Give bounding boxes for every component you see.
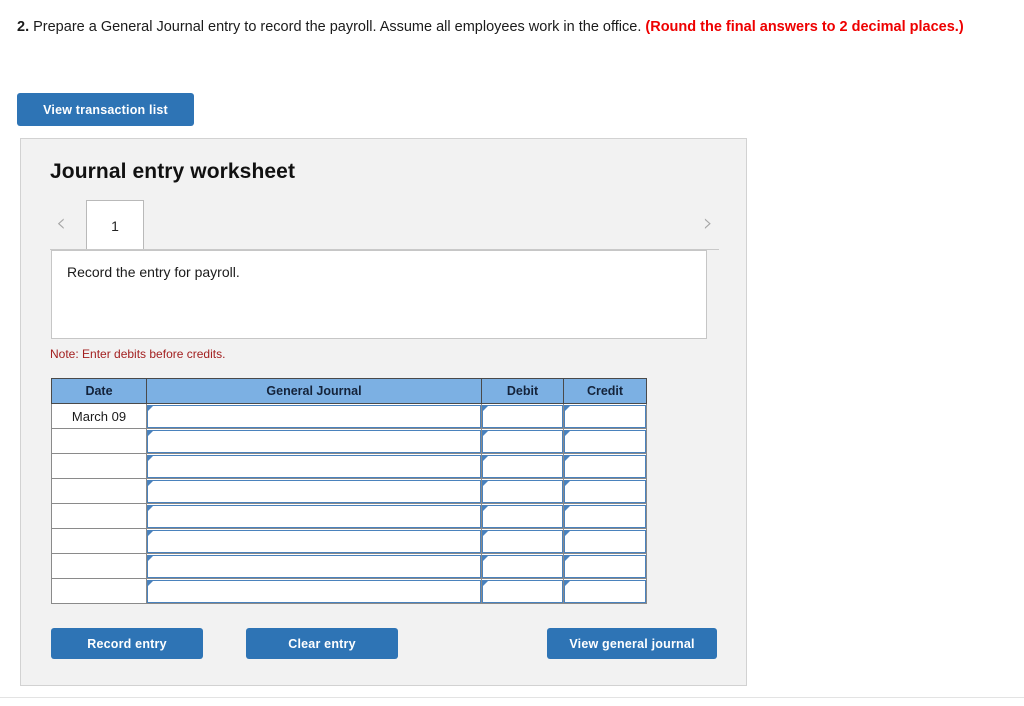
debit-input[interactable] bbox=[482, 529, 563, 553]
credit-input-cell[interactable] bbox=[563, 528, 647, 554]
general-journal-table: Date General Journal Debit Credit March … bbox=[51, 378, 647, 604]
question-number: 2. bbox=[17, 19, 30, 35]
general-journal-input-cell[interactable] bbox=[146, 403, 482, 429]
view-transaction-list-button[interactable]: View transaction list bbox=[17, 93, 194, 126]
credit-input-cell[interactable] bbox=[563, 553, 647, 579]
credit-input-cell[interactable] bbox=[563, 453, 647, 479]
table-row: March 09 bbox=[51, 403, 647, 429]
debit-input[interactable] bbox=[482, 554, 563, 578]
debit-input-cell[interactable] bbox=[481, 453, 564, 479]
journal-entry-worksheet-panel: Journal entry worksheet ‹ 1 › Record the… bbox=[20, 138, 747, 686]
credit-input[interactable] bbox=[564, 479, 646, 503]
general-journal-input-cell[interactable] bbox=[146, 428, 482, 454]
debit-input[interactable] bbox=[482, 404, 563, 428]
general-journal-input-cell[interactable] bbox=[146, 453, 482, 479]
credit-input[interactable] bbox=[564, 429, 646, 453]
debit-input[interactable] bbox=[482, 504, 563, 528]
general-journal-input[interactable] bbox=[147, 554, 481, 578]
debit-input[interactable] bbox=[482, 579, 563, 603]
general-journal-input[interactable] bbox=[147, 429, 481, 453]
date-cell[interactable] bbox=[51, 553, 147, 579]
table-row bbox=[51, 428, 647, 454]
worksheet-tab-1[interactable]: 1 bbox=[86, 200, 144, 250]
date-cell[interactable]: March 09 bbox=[51, 403, 147, 429]
date-cell[interactable] bbox=[51, 478, 147, 504]
general-journal-input[interactable] bbox=[147, 504, 481, 528]
question-prompt: 2. Prepare a General Journal entry to re… bbox=[17, 16, 1007, 38]
credit-input-cell[interactable] bbox=[563, 578, 647, 604]
table-header-row: Date General Journal Debit Credit bbox=[51, 378, 647, 404]
column-header-debit: Debit bbox=[481, 378, 564, 404]
general-journal-input[interactable] bbox=[147, 579, 481, 603]
debit-input-cell[interactable] bbox=[481, 578, 564, 604]
debit-input-cell[interactable] bbox=[481, 503, 564, 529]
date-cell[interactable] bbox=[51, 428, 147, 454]
debit-input-cell[interactable] bbox=[481, 478, 564, 504]
credit-input[interactable] bbox=[564, 529, 646, 553]
credit-input-cell[interactable] bbox=[563, 428, 647, 454]
view-general-journal-button[interactable]: View general journal bbox=[547, 628, 717, 659]
chevron-right-icon[interactable]: › bbox=[697, 210, 719, 237]
debit-input-cell[interactable] bbox=[481, 403, 564, 429]
general-journal-input[interactable] bbox=[147, 479, 481, 503]
record-entry-button[interactable]: Record entry bbox=[51, 628, 203, 659]
worksheet-title: Journal entry worksheet bbox=[50, 160, 296, 183]
question-text: Prepare a General Journal entry to recor… bbox=[29, 19, 646, 35]
column-header-general-journal: General Journal bbox=[146, 378, 482, 404]
table-row bbox=[51, 528, 647, 554]
worksheet-tab-strip: ‹ 1 › bbox=[50, 199, 719, 250]
debit-input-cell[interactable] bbox=[481, 528, 564, 554]
table-row bbox=[51, 478, 647, 504]
general-journal-input[interactable] bbox=[147, 454, 481, 478]
question-emphasis: (Round the final answers to 2 decimal pl… bbox=[645, 19, 964, 35]
table-row bbox=[51, 503, 647, 529]
credit-input[interactable] bbox=[564, 454, 646, 478]
instruction-box: Record the entry for payroll. bbox=[51, 250, 707, 339]
chevron-left-icon[interactable]: ‹ bbox=[50, 210, 72, 237]
clear-entry-button[interactable]: Clear entry bbox=[246, 628, 398, 659]
table-row bbox=[51, 553, 647, 579]
credit-input[interactable] bbox=[564, 579, 646, 603]
date-cell[interactable] bbox=[51, 453, 147, 479]
page-divider bbox=[0, 697, 1024, 698]
date-cell[interactable] bbox=[51, 503, 147, 529]
debit-input[interactable] bbox=[482, 454, 563, 478]
date-cell[interactable] bbox=[51, 528, 147, 554]
debit-input[interactable] bbox=[482, 429, 563, 453]
table-body: March 09 bbox=[51, 403, 647, 604]
debit-input-cell[interactable] bbox=[481, 428, 564, 454]
general-journal-input[interactable] bbox=[147, 529, 481, 553]
general-journal-input-cell[interactable] bbox=[146, 503, 482, 529]
general-journal-input-cell[interactable] bbox=[146, 578, 482, 604]
table-row bbox=[51, 578, 647, 604]
credit-input-cell[interactable] bbox=[563, 478, 647, 504]
debit-input-cell[interactable] bbox=[481, 553, 564, 579]
column-header-credit: Credit bbox=[563, 378, 647, 404]
table-row bbox=[51, 453, 647, 479]
credit-input[interactable] bbox=[564, 554, 646, 578]
column-header-date: Date bbox=[51, 378, 147, 404]
general-journal-input-cell[interactable] bbox=[146, 528, 482, 554]
debit-input[interactable] bbox=[482, 479, 563, 503]
general-journal-input-cell[interactable] bbox=[146, 478, 482, 504]
general-journal-input-cell[interactable] bbox=[146, 553, 482, 579]
general-journal-input[interactable] bbox=[147, 404, 481, 428]
credit-input-cell[interactable] bbox=[563, 403, 647, 429]
credit-input[interactable] bbox=[564, 504, 646, 528]
date-cell[interactable] bbox=[51, 578, 147, 604]
debits-before-credits-note: Note: Enter debits before credits. bbox=[50, 347, 226, 361]
credit-input-cell[interactable] bbox=[563, 503, 647, 529]
credit-input[interactable] bbox=[564, 404, 646, 428]
